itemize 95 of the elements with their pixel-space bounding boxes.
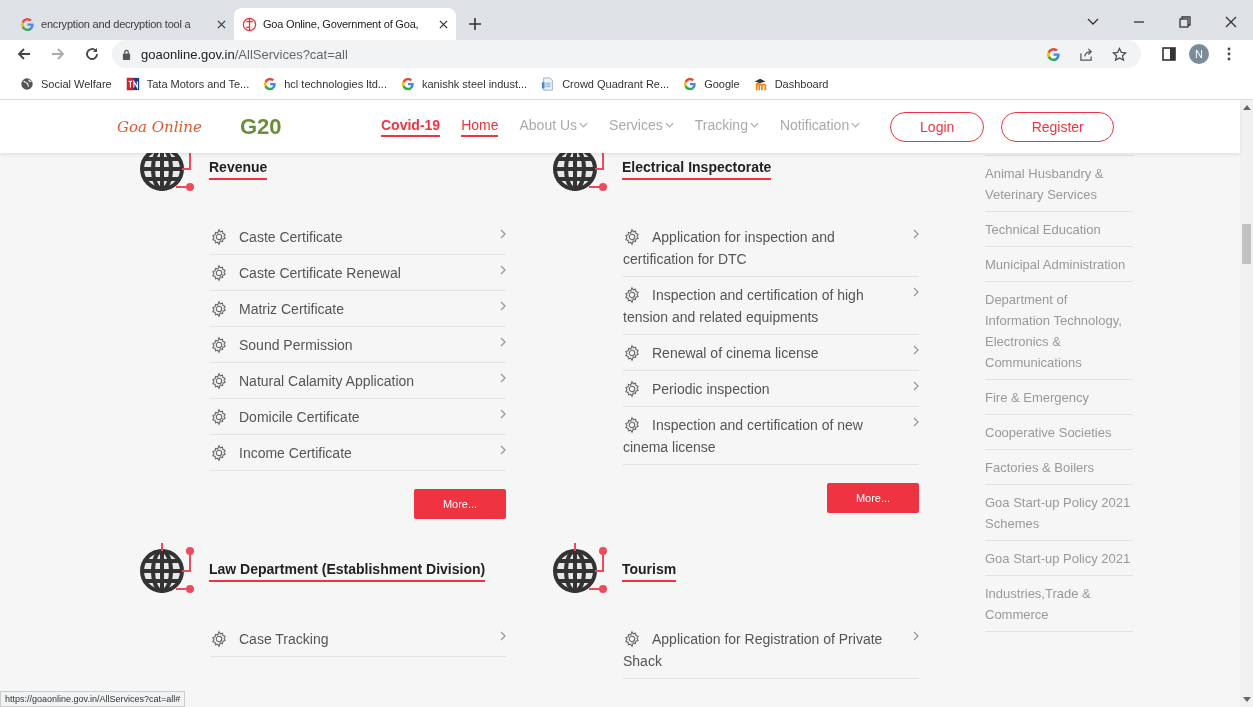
logo-icon xyxy=(242,16,257,32)
chevron-right-icon xyxy=(500,631,506,641)
gear-icon xyxy=(210,336,228,354)
section-heading[interactable]: Electrical Inspectorate xyxy=(622,159,772,180)
star-icon[interactable] xyxy=(1112,46,1127,62)
address-bar[interactable]: goaonline.gov.in/AllServices?cat=all xyxy=(112,40,1141,68)
service-link[interactable]: Caste Certificate Renewal xyxy=(210,255,506,291)
bookmark[interactable]: Crowd Quadrant Re... xyxy=(541,76,670,91)
service-link[interactable]: Case Tracking xyxy=(210,621,506,657)
caret-icon xyxy=(851,121,861,128)
chevron-right-icon xyxy=(913,631,919,641)
google-icon xyxy=(263,76,278,91)
service-link[interactable]: Inspection and certification of new cinema license xyxy=(623,407,919,465)
lock-icon xyxy=(122,48,131,60)
service-link[interactable]: Income Certificate xyxy=(210,435,506,471)
chevron-right-icon xyxy=(500,373,506,383)
browser-tab[interactable]: Goa Online, Government of Goa, xyxy=(234,8,456,40)
google-icon xyxy=(683,76,698,91)
gear-icon xyxy=(623,380,641,398)
gear-icon xyxy=(623,344,641,362)
bookmark[interactable]: Google xyxy=(683,76,740,91)
gear-icon xyxy=(210,372,228,390)
section-heading[interactable]: Law Department (Establishment Division) xyxy=(209,561,486,582)
chevron-right-icon xyxy=(500,445,506,455)
gear-icon xyxy=(210,264,228,282)
gear-icon xyxy=(623,416,641,434)
browser-tab[interactable]: encryption and decryption tool a xyxy=(12,8,234,40)
register-button[interactable]: Register xyxy=(1001,111,1115,142)
scroll-down-icon[interactable] xyxy=(1242,697,1251,703)
caret-icon xyxy=(579,121,589,128)
bookmark[interactable]: hcl technologies ltd... xyxy=(263,76,387,91)
section-heading[interactable]: Tourism xyxy=(622,561,677,582)
new-tab-icon[interactable] xyxy=(468,17,482,31)
gear-icon xyxy=(623,630,641,648)
side-panel-icon[interactable] xyxy=(1161,46,1177,62)
scrollbar-thumb[interactable] xyxy=(1242,224,1251,264)
globe-icon xyxy=(20,76,34,91)
gear-icon xyxy=(210,300,228,318)
document-icon xyxy=(541,76,556,91)
gear-icon xyxy=(210,408,228,426)
section-heading[interactable]: Revenue xyxy=(209,159,268,180)
caret-icon xyxy=(664,121,674,128)
more-button[interactable]: More... xyxy=(827,483,919,513)
chevron-right-icon xyxy=(913,287,919,297)
service-link[interactable]: Sound Permission xyxy=(210,327,506,363)
service-link[interactable]: Application for inspection and certification for DTC xyxy=(623,219,919,277)
service-link[interactable]: Matriz Certificate xyxy=(210,291,506,327)
login-button[interactable]: Login xyxy=(890,111,985,142)
chevron-right-icon xyxy=(500,229,506,239)
close-icon[interactable] xyxy=(217,19,226,29)
reload-icon[interactable] xyxy=(84,46,100,62)
share-icon[interactable] xyxy=(1079,46,1094,62)
close-icon[interactable] xyxy=(1224,15,1238,29)
gear-icon xyxy=(623,286,641,304)
site-logo[interactable]: Goa Online xyxy=(117,117,240,136)
google-icon[interactable] xyxy=(1046,46,1061,62)
profile-avatar[interactable]: N xyxy=(1189,44,1209,64)
more-button[interactable]: More... xyxy=(414,489,506,519)
nav-link[interactable]: Covid-19 xyxy=(381,116,441,137)
caret-icon xyxy=(749,121,759,128)
service-link[interactable]: Inspection and certification of high tension and related equipments xyxy=(623,277,919,335)
chevron-right-icon xyxy=(500,337,506,347)
back-icon[interactable] xyxy=(16,46,32,62)
tn-logo-icon xyxy=(125,76,140,91)
chevron-right-icon xyxy=(913,381,919,391)
chevron-right-icon xyxy=(913,417,919,427)
scrollbar[interactable] xyxy=(1240,100,1253,707)
chevron-right-icon xyxy=(913,229,919,239)
chevron-right-icon xyxy=(500,409,506,419)
google-icon xyxy=(401,76,415,91)
chevron-right-icon xyxy=(913,345,919,355)
bookmark[interactable]: Dashboard xyxy=(753,76,829,91)
gear-icon xyxy=(210,228,228,246)
scroll-up-icon[interactable] xyxy=(1242,104,1251,110)
bookmark[interactable]: Tata Motors and Te... xyxy=(125,76,250,91)
close-icon[interactable] xyxy=(439,19,448,29)
chevron-right-icon xyxy=(500,265,506,275)
graduation-cap-icon xyxy=(753,76,768,91)
gear-icon xyxy=(210,630,228,648)
bookmark[interactable]: kanishk steel indust... xyxy=(401,76,528,91)
status-url: https://goaonline.gov.in/AllServices?cat=all# xyxy=(0,691,186,707)
g20-logo: G20 xyxy=(240,113,283,140)
service-link[interactable]: Periodic inspection xyxy=(623,371,919,407)
restore-icon[interactable] xyxy=(1178,15,1192,29)
nav-link[interactable]: Home xyxy=(461,116,499,137)
service-link[interactable]: Caste Certificate xyxy=(210,219,506,255)
gear-icon xyxy=(623,228,641,246)
chevron-right-icon xyxy=(500,301,506,311)
google-icon xyxy=(20,16,35,32)
service-link[interactable]: Application for Registration of Private Shack xyxy=(623,621,919,679)
service-link[interactable]: Domicile Certificate xyxy=(210,399,506,435)
service-link[interactable]: Natural Calamity Application xyxy=(210,363,506,399)
bookmark[interactable]: Social Welfare xyxy=(20,76,112,91)
gear-icon xyxy=(210,444,228,462)
service-link[interactable]: Renewal of cinema license xyxy=(623,335,919,371)
